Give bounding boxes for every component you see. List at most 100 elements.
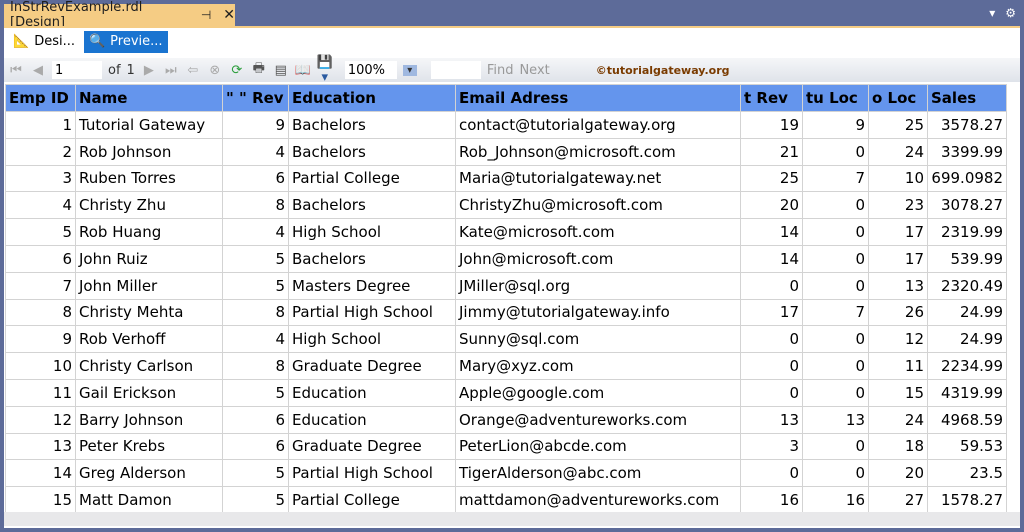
report-table: Emp ID Name " " Rev Education Email Adress t … xyxy=(5,84,1007,514)
table-row: 12 Barry Johnson 6 Education Orange@adventur… xyxy=(5,405,1007,434)
table-cell: Rob Verhoff xyxy=(75,325,223,354)
table-cell: Kate@microsoft.com xyxy=(455,218,741,246)
table-cell: contact@tutorialgateway.org xyxy=(455,111,741,139)
table-cell: Bachelors xyxy=(288,244,456,273)
table-cell: 8 xyxy=(222,191,289,220)
table-cell: 4 xyxy=(5,191,76,220)
table-cell: 23.5 xyxy=(927,459,1007,488)
column-header: o Loc xyxy=(868,84,928,112)
zoom-dropdown-icon[interactable]: ▾ xyxy=(402,64,417,76)
table-cell: 0 xyxy=(802,352,869,380)
table-cell: 20 xyxy=(740,191,803,220)
table-cell: Education xyxy=(288,405,456,434)
table-cell: 19 xyxy=(740,111,803,139)
table-cell: 8 xyxy=(222,298,289,327)
back-icon[interactable]: ⇦ xyxy=(185,63,201,78)
table-cell: Barry Johnson xyxy=(75,405,223,434)
table-cell: Gail Erickson xyxy=(75,378,223,407)
table-cell: ChristyZhu@microsoft.com xyxy=(455,191,741,220)
watermark: ©tutorialgateway.org xyxy=(595,63,730,77)
preview-icon: 🔍 xyxy=(88,34,106,49)
table-cell: 699.0982 xyxy=(927,164,1007,193)
first-page-icon[interactable]: ⏮ xyxy=(8,63,24,78)
table-cell: Partial High School xyxy=(288,298,456,327)
table-cell: 0 xyxy=(802,325,869,354)
close-icon[interactable]: ✕ xyxy=(223,7,235,23)
table-cell: 0 xyxy=(802,244,869,273)
pin-icon[interactable]: ⊣ xyxy=(201,8,211,22)
stop-icon[interactable]: ⊗ xyxy=(207,63,223,78)
total-pages: 1 xyxy=(126,62,135,78)
table-cell: 0 xyxy=(802,378,869,407)
table-cell: 9 xyxy=(222,111,289,139)
print-layout-icon[interactable]: ▤ xyxy=(273,63,289,78)
table-cell: 16 xyxy=(802,486,869,514)
table-cell: 20 xyxy=(868,459,928,488)
table-cell: Tutorial Gateway xyxy=(75,111,223,139)
last-page-icon[interactable]: ⏭ xyxy=(163,63,179,78)
column-header: Email Adress xyxy=(455,84,741,112)
table-cell: 2 xyxy=(5,137,76,166)
bottom-bar xyxy=(4,512,1020,526)
table-cell: 3 xyxy=(740,432,803,461)
table-cell: 5 xyxy=(222,271,289,300)
table-cell: JMiller@sql.org xyxy=(455,271,741,300)
table-cell: 17 xyxy=(868,218,928,246)
table-cell: 24.99 xyxy=(927,298,1007,327)
zoom-select[interactable] xyxy=(344,61,397,79)
table-cell: Jimmy@tutorialgateway.info xyxy=(455,298,741,327)
column-header: " " Rev xyxy=(222,84,289,112)
table-cell: 0 xyxy=(740,325,803,354)
table-cell: 17 xyxy=(740,298,803,327)
of-label: of xyxy=(108,62,121,78)
dropdown-icon[interactable]: ▾ xyxy=(989,6,995,20)
tab-preview[interactable]: 🔍 Previe... xyxy=(83,30,168,53)
table-row: 6 John Ruiz 5 Bachelors John@microsoft.com 14… xyxy=(5,244,1007,273)
table-cell: 15 xyxy=(868,378,928,407)
table-cell: John Miller xyxy=(75,271,223,300)
table-cell: 4 xyxy=(222,325,289,354)
table-cell: Education xyxy=(288,378,456,407)
next-button[interactable]: Next xyxy=(519,63,549,78)
page-setup-icon[interactable]: 📖 xyxy=(295,63,311,78)
table-cell: 3078.27 xyxy=(927,191,1007,220)
table-cell: Partial High School xyxy=(288,459,456,488)
tab-preview-label: Previe... xyxy=(110,34,163,49)
find-input[interactable] xyxy=(430,61,481,79)
print-icon[interactable]: 🖶 xyxy=(251,59,267,81)
table-row: 15 Matt Damon 5 Partial College mattdamon@ad… xyxy=(5,486,1007,514)
refresh-icon[interactable]: ⟳ xyxy=(229,63,245,78)
table-cell: 3 xyxy=(5,164,76,193)
table-cell: Sunny@sql.com xyxy=(455,325,741,354)
export-icon[interactable]: 💾▾ xyxy=(317,55,333,85)
table-row: 7 John Miller 5 Masters Degree JMiller@sql.o… xyxy=(5,271,1007,300)
tab-design[interactable]: 📐 Desi... xyxy=(8,31,80,53)
table-cell: Greg Alderson xyxy=(75,459,223,488)
table-cell: 5 xyxy=(222,378,289,407)
table-row: 1 Tutorial Gateway 9 Bachelors contact@tutor… xyxy=(5,111,1007,139)
table-cell: 1 xyxy=(5,111,76,139)
table-cell: 14 xyxy=(740,218,803,246)
column-header: Emp ID xyxy=(5,84,76,112)
table-cell: 26 xyxy=(868,298,928,327)
table-cell: 0 xyxy=(802,459,869,488)
column-header: Education xyxy=(288,84,456,112)
table-cell: 25 xyxy=(740,164,803,193)
table-cell: 2234.99 xyxy=(927,352,1007,380)
table-cell: High School xyxy=(288,218,456,246)
table-cell: Apple@google.com xyxy=(455,378,741,407)
find-button[interactable]: Find xyxy=(487,63,514,78)
next-page-icon[interactable]: ▶ xyxy=(141,63,157,78)
document-tab[interactable]: InStrRevExample.rdl [Design] ⊣ ✕ xyxy=(4,0,235,30)
table-cell: Rob Huang xyxy=(75,218,223,246)
table-cell: Orange@adventureworks.com xyxy=(455,405,741,434)
gear-icon[interactable]: ⚙ xyxy=(1005,6,1016,20)
table-cell: 18 xyxy=(868,432,928,461)
table-cell: 0 xyxy=(802,137,869,166)
page-input[interactable] xyxy=(52,61,102,79)
column-header: tu Loc xyxy=(802,84,869,112)
table-cell: Partial College xyxy=(288,164,456,193)
table-cell: Graduate Degree xyxy=(288,352,456,380)
previous-page-icon[interactable]: ◀ xyxy=(30,63,46,78)
table-cell: 6 xyxy=(222,164,289,193)
